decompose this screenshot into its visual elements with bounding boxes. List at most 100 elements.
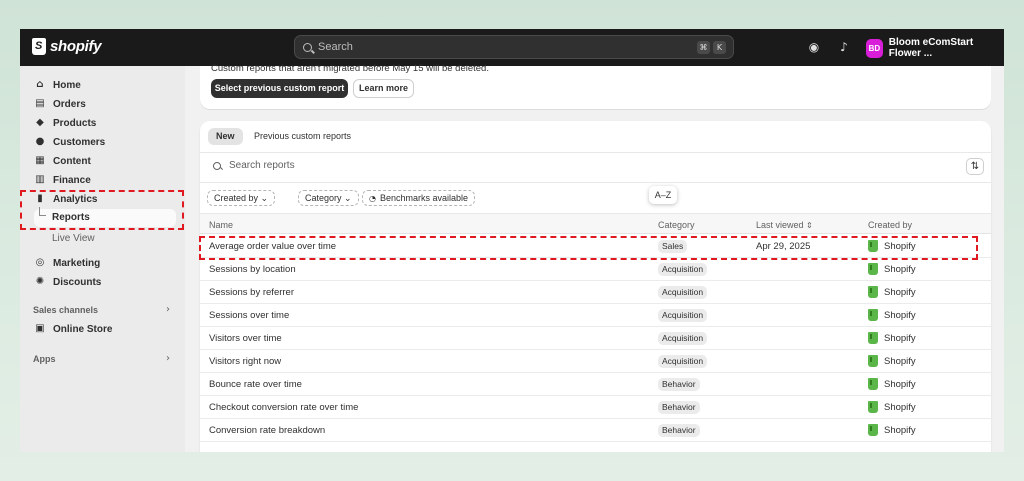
k-key-badge: K (713, 41, 726, 54)
global-search-input[interactable] (318, 41, 678, 53)
created-by-cell: Shopify (868, 309, 916, 321)
report-name[interactable]: Checkout conversion rate over time (209, 402, 358, 413)
notice-text: Custom reports that aren't migrated befo… (211, 63, 489, 74)
sort-tooltip: A–Z (649, 186, 677, 204)
sidekick-icon[interactable]: ◉ (807, 40, 821, 54)
sidebar: ⌂ Home ▤ Orders ◆ Products ● Customers ▦… (20, 66, 185, 452)
sidebar-item-label: Orders (53, 98, 86, 110)
created-by-cell: Shopify (868, 401, 916, 413)
chevron-right-icon[interactable]: › (166, 353, 170, 364)
shopify-bag-icon (868, 378, 878, 390)
avatar: BD (866, 38, 883, 58)
report-name[interactable]: Sessions over time (209, 310, 289, 321)
sidebar-item-home[interactable]: ⌂ Home (34, 76, 81, 94)
logo-text: shopify (50, 38, 102, 55)
shopify-bag-icon (868, 286, 878, 298)
table-row[interactable]: Sessions over time Acquisition Shopify (200, 304, 991, 327)
table-row[interactable]: Conversion rate breakdown Behavior Shopify (200, 419, 991, 442)
table-row[interactable]: Visitors over time Acquisition Shopify (200, 327, 991, 350)
table-row[interactable]: Visitors right now Acquisition Shopify (200, 350, 991, 373)
created-by-cell: Shopify (868, 286, 916, 298)
sort-icon[interactable]: ⇅ (966, 158, 984, 175)
migration-notice-card: Custom reports that aren't migrated befo… (200, 63, 991, 109)
app-window: shopify ⌘ K ◉ ♪ BD Bloom eComStart Flowe… (20, 29, 1004, 452)
analytics-reports-highlight (20, 190, 184, 230)
sidebar-item-label: Home (53, 79, 81, 91)
table-header: Name Category Last viewed ⇕ Created by (200, 213, 991, 234)
sidebar-item-orders[interactable]: ▤ Orders (34, 95, 86, 113)
section-apps[interactable]: Apps (33, 354, 56, 364)
filter-category[interactable]: Category ⌄ (298, 190, 359, 206)
tab-new[interactable]: New (208, 128, 243, 145)
inbox-icon: ▤ (35, 98, 45, 109)
category-badge: Acquisition (658, 263, 708, 276)
created-by-cell: Shopify (868, 263, 916, 275)
target-icon: ◎ (35, 257, 45, 268)
shopify-bag-icon (868, 355, 878, 367)
shopify-bag-icon (868, 424, 878, 436)
column-header-last-viewed[interactable]: Last viewed ⇕ (756, 220, 813, 230)
reports-card: New Previous custom reports ⇅ Created by… (200, 121, 991, 452)
store-name: Bloom eComStart Flower ... (888, 37, 974, 59)
created-by-value: Shopify (884, 309, 916, 321)
bank-icon: ▥ (35, 174, 45, 185)
filter-benchmarks[interactable]: ◔ Benchmarks available (362, 190, 476, 206)
shopify-bag-icon (868, 309, 878, 321)
reports-search[interactable] (207, 155, 957, 176)
report-name[interactable]: Sessions by location (209, 264, 296, 275)
table-row[interactable]: Checkout conversion rate over time Behavi… (200, 396, 991, 419)
category-badge: Behavior (658, 424, 700, 437)
created-by-cell: Shopify (868, 332, 916, 344)
created-by-value: Shopify (884, 401, 916, 413)
shopping-bag-icon (32, 38, 46, 55)
global-search[interactable]: ⌘ K (294, 35, 734, 59)
report-name[interactable]: Conversion rate breakdown (209, 425, 325, 436)
sidebar-item-label: Online Store (53, 323, 113, 335)
sidebar-item-discounts[interactable]: ✺ Discounts (34, 273, 102, 291)
section-sales-channels[interactable]: Sales channels (33, 305, 98, 315)
created-by-value: Shopify (884, 378, 916, 390)
table-row[interactable]: Bounce rate over time Behavior Shopify (200, 373, 991, 396)
sidebar-item-products[interactable]: ◆ Products (34, 114, 96, 132)
sidebar-item-customers[interactable]: ● Customers (34, 133, 106, 151)
person-icon: ● (35, 136, 45, 147)
filter-created-by[interactable]: Created by ⌄ (207, 190, 276, 206)
report-name[interactable]: Bounce rate over time (209, 379, 302, 390)
sidebar-item-finance[interactable]: ▥ Finance (34, 171, 91, 189)
bell-icon[interactable]: ♪ (837, 40, 851, 54)
table-row[interactable]: Sessions by referrer Acquisition Shopify (200, 281, 991, 304)
shopify-bag-icon (868, 401, 878, 413)
discount-icon: ✺ (35, 276, 45, 287)
select-previous-report-button[interactable]: Select previous custom report (211, 79, 348, 98)
sidebar-item-label: Marketing (53, 257, 101, 269)
content-icon: ▦ (35, 155, 45, 166)
store-switcher[interactable]: BD Bloom eComStart Flower ... (866, 37, 1004, 59)
chevron-right-icon[interactable]: › (166, 304, 170, 315)
sidebar-item-label: Customers (53, 136, 106, 148)
shopify-bag-icon (868, 332, 878, 344)
category-badge: Behavior (658, 401, 700, 414)
reports-search-input[interactable] (229, 160, 929, 171)
report-name[interactable]: Visitors over time (209, 333, 282, 344)
filter-benchmarks-label: Benchmarks available (379, 193, 469, 203)
column-header-name[interactable]: Name (209, 220, 233, 230)
sidebar-item-marketing[interactable]: ◎ Marketing (34, 254, 101, 272)
created-by-value: Shopify (884, 424, 916, 436)
command-key-badge: ⌘ (697, 41, 710, 54)
shopify-logo[interactable]: shopify (32, 38, 102, 55)
table-row[interactable]: Sessions by location Acquisition Shopify (200, 258, 991, 281)
report-name[interactable]: Sessions by referrer (209, 287, 294, 298)
created-by-cell: Shopify (868, 355, 916, 367)
category-badge: Acquisition (658, 332, 708, 345)
column-header-created-by[interactable]: Created by (868, 220, 912, 230)
sidebar-item-live-view[interactable]: Live View (52, 233, 95, 244)
sidebar-item-content[interactable]: ▦ Content (34, 152, 91, 170)
report-name[interactable]: Visitors right now (209, 356, 281, 367)
learn-more-button[interactable]: Learn more (353, 79, 414, 98)
sidebar-item-label: Discounts (53, 276, 102, 288)
column-header-category[interactable]: Category (658, 220, 695, 230)
sidebar-item-online-store[interactable]: ▣ Online Store (34, 320, 112, 338)
tab-previous-custom-reports[interactable]: Previous custom reports (246, 128, 359, 145)
home-icon: ⌂ (36, 79, 44, 90)
created-by-cell: Shopify (868, 424, 916, 436)
